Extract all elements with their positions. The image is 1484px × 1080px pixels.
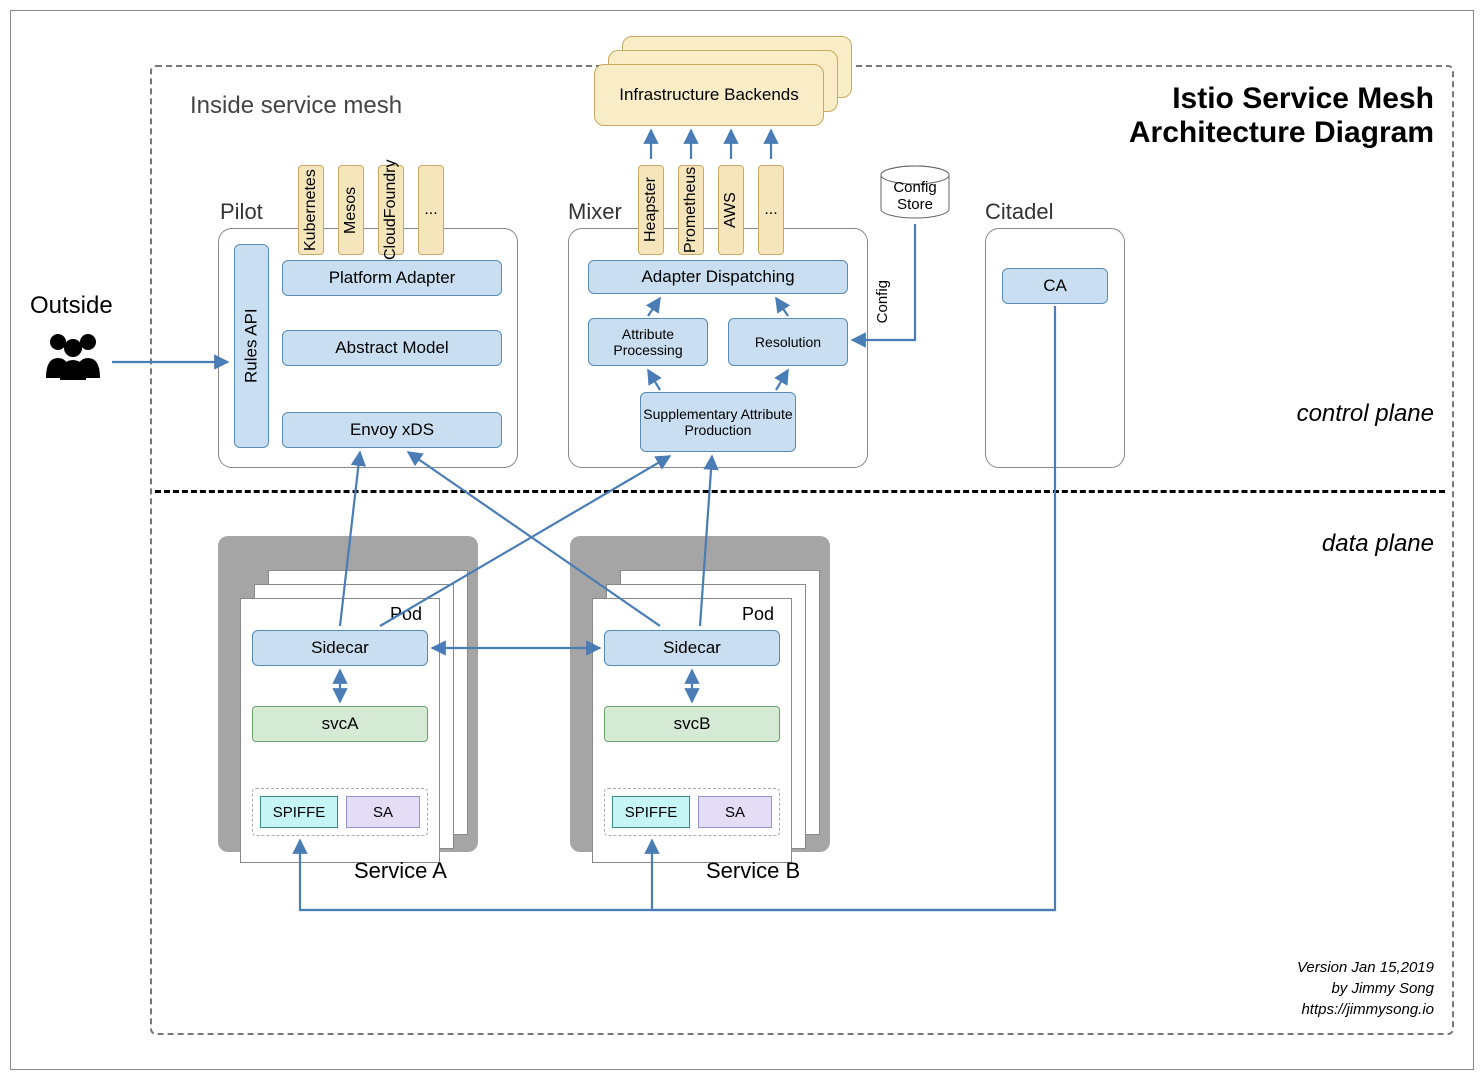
sa-a: SA xyxy=(346,796,420,828)
control-plane-label: control plane xyxy=(1297,400,1434,428)
title-line1: Istio Service Mesh xyxy=(1172,82,1434,115)
config-store: Config Store xyxy=(875,165,955,225)
spiffe-a: SPIFFE xyxy=(260,796,338,828)
title-line2: Architecture Diagram xyxy=(1129,116,1434,149)
footer-author: by Jimmy Song xyxy=(1331,980,1434,997)
mixer-adapter-1: Prometheus xyxy=(678,165,704,255)
mixer-adapter-0: Heapster xyxy=(638,165,664,255)
service-a-label: Service A xyxy=(354,858,447,884)
plane-divider xyxy=(155,490,1445,493)
pilot-platform-2: CloudFoundry xyxy=(378,165,404,255)
spiffe-b: SPIFFE xyxy=(612,796,690,828)
mixer-adapter-3: ... xyxy=(758,165,784,255)
citadel-box xyxy=(985,228,1125,468)
sidecar-b: Sidecar xyxy=(604,630,780,666)
diagram-title: Istio Service Mesh Architecture Diagram xyxy=(1129,82,1434,150)
sidecar-a: Sidecar xyxy=(252,630,428,666)
pilot-label: Pilot xyxy=(220,199,263,225)
outside-label: Outside xyxy=(30,292,113,320)
mesh-label: Inside service mesh xyxy=(190,92,402,120)
pilot-platform-1: Mesos xyxy=(338,165,364,255)
resolution: Resolution xyxy=(728,318,848,366)
config-store-label: Config Store xyxy=(875,179,955,213)
pod-a-label: Pod xyxy=(390,604,422,625)
footer-version: Version Jan 15,2019 xyxy=(1297,959,1434,976)
pilot-platform-3: ... xyxy=(418,165,444,255)
sa-b: SA xyxy=(698,796,772,828)
infra-backend-1: Infrastructure Backends xyxy=(594,64,824,126)
pilot-platform-0: Kubernetes xyxy=(298,165,324,255)
svc-a: svcA xyxy=(252,706,428,742)
mixer-adapter-2: AWS xyxy=(718,165,744,255)
abstract-model: Abstract Model xyxy=(282,330,502,366)
ca: CA xyxy=(1002,268,1108,304)
data-plane-label: data plane xyxy=(1322,530,1434,558)
supplementary-attr: Supplementary Attribute Production xyxy=(640,392,796,452)
footer-note: Version Jan 15,2019 by Jimmy Song https:… xyxy=(1297,957,1434,1020)
platform-adapter: Platform Adapter xyxy=(282,260,502,296)
envoy-xds: Envoy xDS xyxy=(282,412,502,448)
rules-api: Rules API xyxy=(234,244,269,448)
attribute-processing: Attribute Processing xyxy=(588,318,708,366)
service-b-label: Service B xyxy=(706,858,800,884)
svc-b: svcB xyxy=(604,706,780,742)
citadel-label: Citadel xyxy=(985,199,1053,225)
users-icon xyxy=(38,330,108,390)
pod-b-label: Pod xyxy=(742,604,774,625)
mixer-label: Mixer xyxy=(568,199,622,225)
adapter-dispatching: Adapter Dispatching xyxy=(588,260,848,294)
footer-url: https://jimmysong.io xyxy=(1301,1001,1434,1018)
config-edge-label: Config xyxy=(874,280,891,323)
